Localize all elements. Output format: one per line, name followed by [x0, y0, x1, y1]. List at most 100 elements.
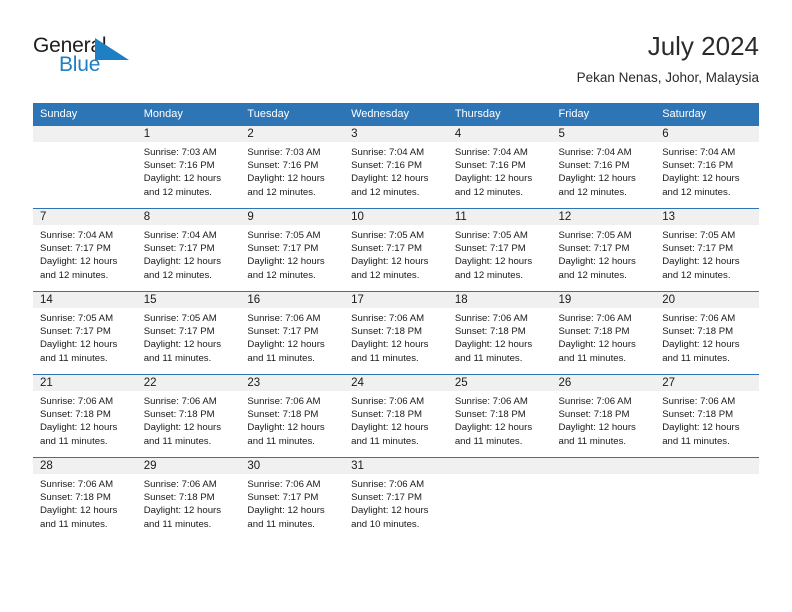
calendar-day-cell[interactable]: 13 Sunrise: 7:05 AM Sunset: 7:17 PM Dayl…: [655, 208, 759, 292]
calendar-day-cell[interactable]: 5 Sunrise: 7:04 AM Sunset: 7:16 PM Dayli…: [551, 126, 656, 209]
calendar-day-cell[interactable]: 21 Sunrise: 7:06 AM Sunset: 7:18 PM Dayl…: [33, 374, 137, 458]
calendar-day-cell[interactable]: 9 Sunrise: 7:05 AM Sunset: 7:17 PM Dayli…: [240, 208, 345, 292]
day-number: 14: [33, 292, 137, 308]
day-number: 25: [447, 375, 552, 391]
calendar-day-cell[interactable]: 28 Sunrise: 7:06 AM Sunset: 7:18 PM Dayl…: [33, 457, 137, 540]
sunset-text: Sunset: 7:18 PM: [40, 409, 111, 421]
calendar-day-cell[interactable]: 6 Sunrise: 7:04 AM Sunset: 7:16 PM Dayli…: [655, 126, 759, 209]
calendar-day-cell[interactable]: 22 Sunrise: 7:06 AM Sunset: 7:18 PM Dayl…: [136, 374, 241, 458]
brand-name-blue: Blue: [59, 53, 101, 76]
daylight-text-line2: and 11 minutes.: [558, 435, 627, 447]
calendar-day-cell[interactable]: 16 Sunrise: 7:06 AM Sunset: 7:17 PM Dayl…: [240, 291, 345, 375]
calendar-day-cell[interactable]: 30 Sunrise: 7:06 AM Sunset: 7:17 PM Dayl…: [240, 457, 345, 540]
calendar-day-cell[interactable]: 24 Sunrise: 7:06 AM Sunset: 7:18 PM Dayl…: [344, 374, 448, 458]
calendar-day-cell[interactable]: 27 Sunrise: 7:06 AM Sunset: 7:18 PM Dayl…: [655, 374, 759, 458]
calendar-day-cell[interactable]: 18 Sunrise: 7:06 AM Sunset: 7:18 PM Dayl…: [447, 291, 552, 375]
sunset-text: Sunset: 7:16 PM: [143, 160, 215, 172]
calendar-day-cell[interactable]: 2 Sunrise: 7:03 AM Sunset: 7:16 PM Dayli…: [240, 126, 345, 209]
calendar-day-cell[interactable]: 10 Sunrise: 7:05 AM Sunset: 7:17 PM Dayl…: [344, 208, 448, 292]
sunset-text: Sunset: 7:16 PM: [558, 160, 630, 172]
calendar-day-cell[interactable]: 8 Sunrise: 7:04 AM Sunset: 7:17 PM Dayli…: [136, 208, 241, 292]
day-details: Sunrise: 7:05 AM Sunset: 7:17 PM Dayligh…: [552, 225, 656, 282]
daylight-text-line2: and 12 minutes.: [143, 269, 212, 281]
brand-logo[interactable]: General Blue: [33, 34, 193, 80]
sunset-text: Sunset: 7:18 PM: [143, 492, 215, 504]
daylight-text-line1: Daylight: 12 hours: [247, 422, 325, 434]
weekday-header-sunday: Sunday: [33, 103, 137, 126]
calendar-day-cell[interactable]: 17 Sunrise: 7:06 AM Sunset: 7:18 PM Dayl…: [344, 291, 448, 375]
calendar-day-cell[interactable]: [551, 457, 656, 540]
day-number: 11: [447, 209, 552, 225]
sunrise-text: Sunrise: 7:03 AM: [247, 147, 321, 158]
sunset-text: Sunset: 7:17 PM: [558, 243, 630, 255]
sunset-text: Sunset: 7:18 PM: [247, 409, 319, 421]
sunrise-text: Sunrise: 7:06 AM: [454, 313, 528, 324]
sunset-text: Sunset: 7:17 PM: [40, 243, 111, 255]
sunrise-text: Sunrise: 7:04 AM: [351, 147, 425, 158]
day-number: 31: [344, 458, 448, 474]
sunrise-text: Sunrise: 7:04 AM: [143, 230, 217, 241]
sunrise-text: Sunrise: 7:06 AM: [662, 313, 736, 324]
daylight-text-line2: and 11 minutes.: [247, 435, 315, 447]
calendar-day-cell[interactable]: 20 Sunrise: 7:06 AM Sunset: 7:18 PM Dayl…: [655, 291, 759, 375]
day-number: 9: [240, 209, 345, 225]
day-details: Sunrise: 7:04 AM Sunset: 7:16 PM Dayligh…: [344, 142, 448, 199]
day-number: 22: [136, 375, 241, 391]
page-header: General Blue July 2024 Pekan Nenas, Joho…: [33, 30, 759, 92]
calendar-day-cell[interactable]: 3 Sunrise: 7:04 AM Sunset: 7:16 PM Dayli…: [344, 126, 448, 209]
calendar-day-cell[interactable]: 12 Sunrise: 7:05 AM Sunset: 7:17 PM Dayl…: [551, 208, 656, 292]
calendar-day-cell[interactable]: 29 Sunrise: 7:06 AM Sunset: 7:18 PM Dayl…: [136, 457, 241, 540]
daylight-text-line2: and 11 minutes.: [143, 518, 212, 530]
sunset-text: Sunset: 7:17 PM: [454, 243, 526, 255]
weekday-header-thursday: Thursday: [447, 103, 552, 126]
day-details: Sunrise: 7:06 AM Sunset: 7:18 PM Dayligh…: [448, 308, 552, 365]
calendar-day-cell[interactable]: 4 Sunrise: 7:04 AM Sunset: 7:16 PM Dayli…: [447, 126, 552, 209]
day-details: Sunrise: 7:04 AM Sunset: 7:17 PM Dayligh…: [137, 225, 241, 282]
daylight-text-line1: Daylight: 12 hours: [351, 256, 429, 268]
day-details: Sunrise: 7:06 AM Sunset: 7:18 PM Dayligh…: [137, 474, 241, 531]
day-number: 7: [33, 209, 137, 225]
calendar-day-cell[interactable]: [655, 457, 759, 540]
day-details: [552, 474, 656, 478]
daylight-text-line2: and 12 minutes.: [662, 186, 731, 198]
calendar-day-cell[interactable]: 26 Sunrise: 7:06 AM Sunset: 7:18 PM Dayl…: [551, 374, 656, 458]
sunset-text: Sunset: 7:18 PM: [558, 326, 630, 338]
day-details: Sunrise: 7:05 AM Sunset: 7:17 PM Dayligh…: [448, 225, 552, 282]
sunset-text: Sunset: 7:16 PM: [662, 160, 734, 172]
sunrise-text: Sunrise: 7:05 AM: [143, 313, 217, 324]
calendar-day-cell[interactable]: 15 Sunrise: 7:05 AM Sunset: 7:17 PM Dayl…: [136, 291, 241, 375]
sunset-text: Sunset: 7:17 PM: [351, 492, 423, 504]
daylight-text-line1: Daylight: 12 hours: [662, 256, 740, 268]
daylight-text-line2: and 12 minutes.: [143, 186, 212, 198]
daylight-text-line2: and 12 minutes.: [351, 186, 420, 198]
daylight-text-line2: and 10 minutes.: [351, 518, 420, 530]
calendar-day-cell[interactable]: [447, 457, 552, 540]
calendar-day-cell[interactable]: 25 Sunrise: 7:06 AM Sunset: 7:18 PM Dayl…: [447, 374, 552, 458]
daylight-text-line2: and 12 minutes.: [351, 269, 420, 281]
daylight-text-line2: and 12 minutes.: [247, 186, 316, 198]
day-details: [33, 142, 137, 146]
calendar-day-cell[interactable]: 14 Sunrise: 7:05 AM Sunset: 7:17 PM Dayl…: [33, 291, 137, 375]
sunrise-text: Sunrise: 7:06 AM: [558, 313, 632, 324]
calendar-day-cell[interactable]: 31 Sunrise: 7:06 AM Sunset: 7:17 PM Dayl…: [344, 457, 448, 540]
calendar-day-cell[interactable]: 1 Sunrise: 7:03 AM Sunset: 7:16 PM Dayli…: [136, 126, 241, 209]
day-details: Sunrise: 7:06 AM Sunset: 7:18 PM Dayligh…: [655, 308, 759, 365]
day-number: 29: [136, 458, 241, 474]
day-details: Sunrise: 7:06 AM Sunset: 7:17 PM Dayligh…: [240, 474, 344, 531]
calendar-day-cell[interactable]: 23 Sunrise: 7:06 AM Sunset: 7:18 PM Dayl…: [240, 374, 345, 458]
day-number: 30: [240, 458, 345, 474]
calendar-day-cell[interactable]: 7 Sunrise: 7:04 AM Sunset: 7:17 PM Dayli…: [33, 208, 137, 292]
sunset-text: Sunset: 7:17 PM: [247, 326, 319, 338]
calendar-day-cell[interactable]: [33, 126, 137, 209]
daylight-text-line2: and 11 minutes.: [143, 352, 212, 364]
sunrise-text: Sunrise: 7:05 AM: [454, 230, 528, 241]
weekday-header-saturday: Saturday: [655, 103, 759, 126]
title-block: July 2024 Pekan Nenas, Johor, Malaysia: [577, 30, 759, 88]
calendar-table: Sunday Monday Tuesday Wednesday Thursday…: [33, 103, 759, 540]
day-details: Sunrise: 7:05 AM Sunset: 7:17 PM Dayligh…: [137, 308, 241, 365]
sunrise-text: Sunrise: 7:04 AM: [662, 147, 736, 158]
calendar-day-cell[interactable]: 11 Sunrise: 7:05 AM Sunset: 7:17 PM Dayl…: [447, 208, 552, 292]
calendar-day-cell[interactable]: 19 Sunrise: 7:06 AM Sunset: 7:18 PM Dayl…: [551, 291, 656, 375]
daylight-text-line2: and 11 minutes.: [143, 435, 212, 447]
daylight-text-line2: and 12 minutes.: [454, 269, 524, 281]
